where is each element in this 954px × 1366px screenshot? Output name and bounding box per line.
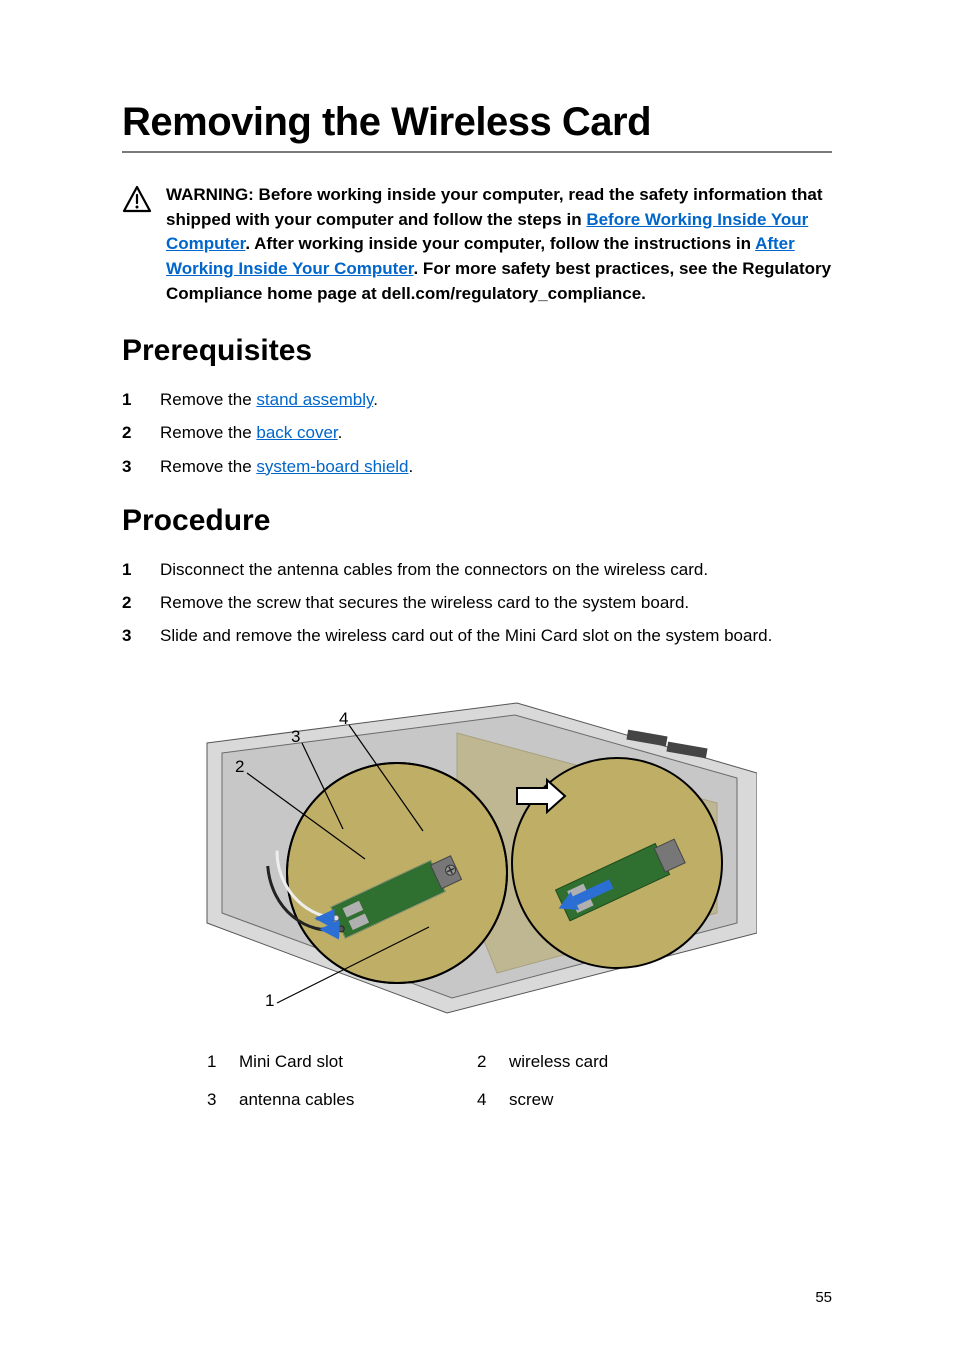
prereq-pre: Remove the: [160, 457, 256, 476]
legend-cell: 3 antenna cables: [207, 1081, 477, 1118]
legend-cell: 4 screw: [477, 1081, 747, 1118]
legend-row: 1 Mini Card slot 2 wireless card: [207, 1043, 747, 1080]
legend-label: antenna cables: [239, 1081, 354, 1118]
prereq-pre: Remove the: [160, 423, 256, 442]
diagram: 1 2 3 4: [197, 673, 757, 1033]
diagram-svg: [197, 673, 757, 1033]
callout-3: 3: [291, 727, 300, 747]
prereq-post: .: [409, 457, 414, 476]
legend-num: 1: [207, 1043, 219, 1080]
link-system-board-shield[interactable]: system-board shield: [256, 457, 408, 476]
procedure-text: Slide and remove the wireless card out o…: [160, 622, 772, 649]
list-item: Remove the stand assembly.: [122, 386, 832, 413]
page-title: Removing the Wireless Card: [122, 100, 832, 153]
callout-4: 4: [339, 709, 348, 729]
legend-label: Mini Card slot: [239, 1043, 343, 1080]
heading-procedure: Procedure: [122, 504, 832, 538]
warning-block: WARNING: Before working inside your comp…: [122, 183, 832, 306]
list-item: Remove the screw that secures the wirele…: [122, 589, 832, 616]
legend-num: 3: [207, 1081, 219, 1118]
list-item: Slide and remove the wireless card out o…: [122, 622, 832, 649]
figure: 1 2 3 4 1 Mini Card slot 2 wireless card…: [197, 673, 757, 1118]
page-number: 55: [815, 1289, 832, 1306]
heading-prerequisites: Prerequisites: [122, 334, 832, 368]
warning-icon: [122, 185, 152, 218]
warning-text: WARNING: Before working inside your comp…: [166, 183, 832, 306]
prereq-pre: Remove the: [160, 390, 256, 409]
legend-cell: 2 wireless card: [477, 1043, 747, 1080]
list-item: Remove the back cover.: [122, 419, 832, 446]
legend-label: screw: [509, 1081, 553, 1118]
legend-num: 2: [477, 1043, 489, 1080]
prerequisites-list: Remove the stand assembly. Remove the ba…: [122, 386, 832, 480]
prereq-post: .: [373, 390, 378, 409]
prereq-post: .: [338, 423, 343, 442]
legend-num: 4: [477, 1081, 489, 1118]
legend-row: 3 antenna cables 4 screw: [207, 1081, 747, 1118]
list-item: Remove the system-board shield.: [122, 453, 832, 480]
list-item: Disconnect the antenna cables from the c…: [122, 556, 832, 583]
callout-2: 2: [235, 757, 244, 777]
procedure-list: Disconnect the antenna cables from the c…: [122, 556, 832, 650]
callout-1: 1: [265, 991, 274, 1011]
procedure-text: Disconnect the antenna cables from the c…: [160, 556, 708, 583]
warning-mid1: . After working inside your computer, fo…: [245, 234, 755, 253]
figure-legend: 1 Mini Card slot 2 wireless card 3 anten…: [207, 1043, 747, 1118]
legend-cell: 1 Mini Card slot: [207, 1043, 477, 1080]
link-stand-assembly[interactable]: stand assembly: [256, 390, 373, 409]
legend-label: wireless card: [509, 1043, 608, 1080]
link-back-cover[interactable]: back cover: [256, 423, 337, 442]
procedure-text: Remove the screw that secures the wirele…: [160, 589, 689, 616]
